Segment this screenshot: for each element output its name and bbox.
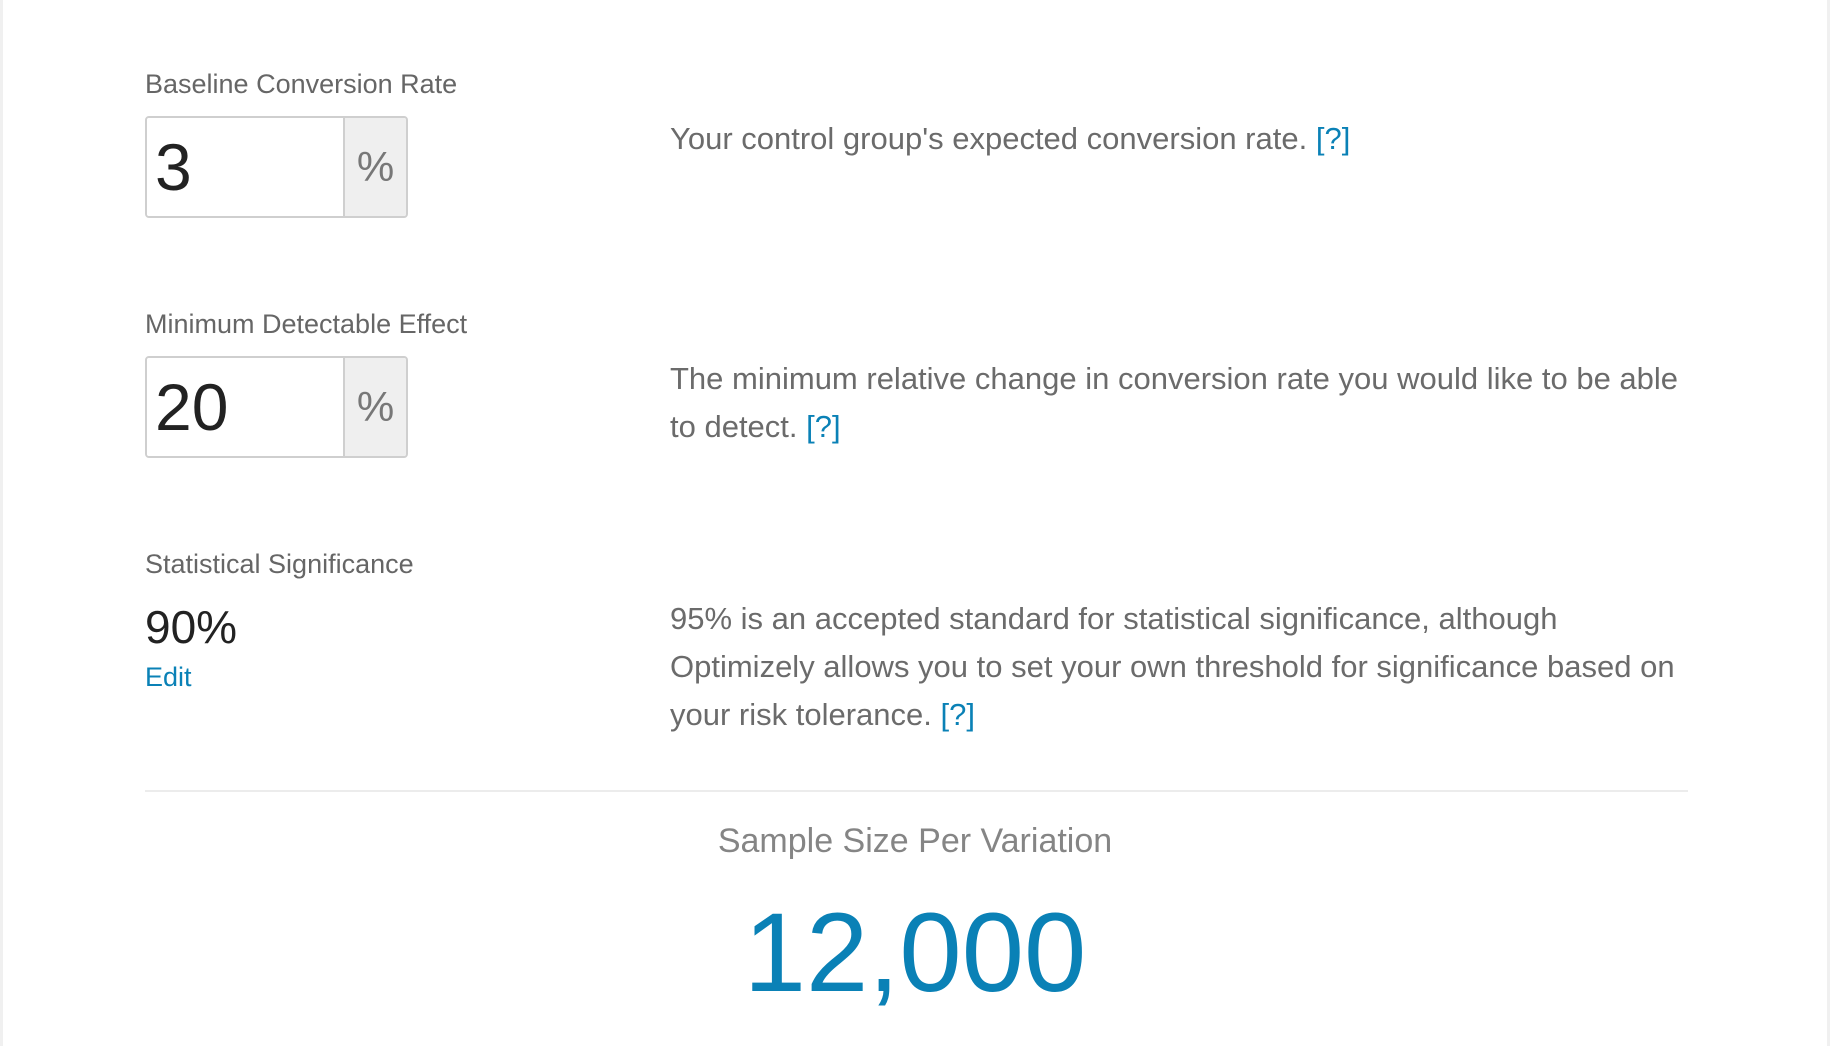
minimum-detectable-effect-input[interactable] <box>147 358 343 456</box>
percent-unit-addon: % <box>343 358 406 456</box>
baseline-conversion-rate-input[interactable] <box>147 118 343 216</box>
sample-size-label: Sample Size Per Variation <box>717 822 1113 860</box>
section-divider <box>145 790 1688 792</box>
significance-help-text: 95% is an accepted standard for statisti… <box>670 595 1680 739</box>
statistical-significance-label: Statistical Significance <box>145 549 414 579</box>
statistical-significance-value: 90% <box>145 601 238 653</box>
minimum-detectable-effect-input-group: % <box>145 356 408 458</box>
edit-significance-link[interactable]: Edit <box>145 662 192 693</box>
baseline-help-text: Your control group's expected conversion… <box>670 115 1680 163</box>
significance-help-description: 95% is an accepted standard for statisti… <box>670 601 1675 732</box>
baseline-conversion-rate-input-group: % <box>145 116 408 218</box>
sample-size-value: 12,000 <box>743 890 1087 1015</box>
minimum-detectable-effect-label: Minimum Detectable Effect <box>145 309 468 339</box>
baseline-help-description: Your control group's expected conversion… <box>670 121 1308 156</box>
mde-help-text: The minimum relative change in conversio… <box>670 355 1680 451</box>
percent-unit-addon: % <box>343 118 406 216</box>
baseline-help-link[interactable]: [?] <box>1316 121 1350 156</box>
significance-help-link[interactable]: [?] <box>941 697 975 732</box>
mde-help-link[interactable]: [?] <box>806 409 840 444</box>
baseline-conversion-rate-label: Baseline Conversion Rate <box>145 69 458 99</box>
